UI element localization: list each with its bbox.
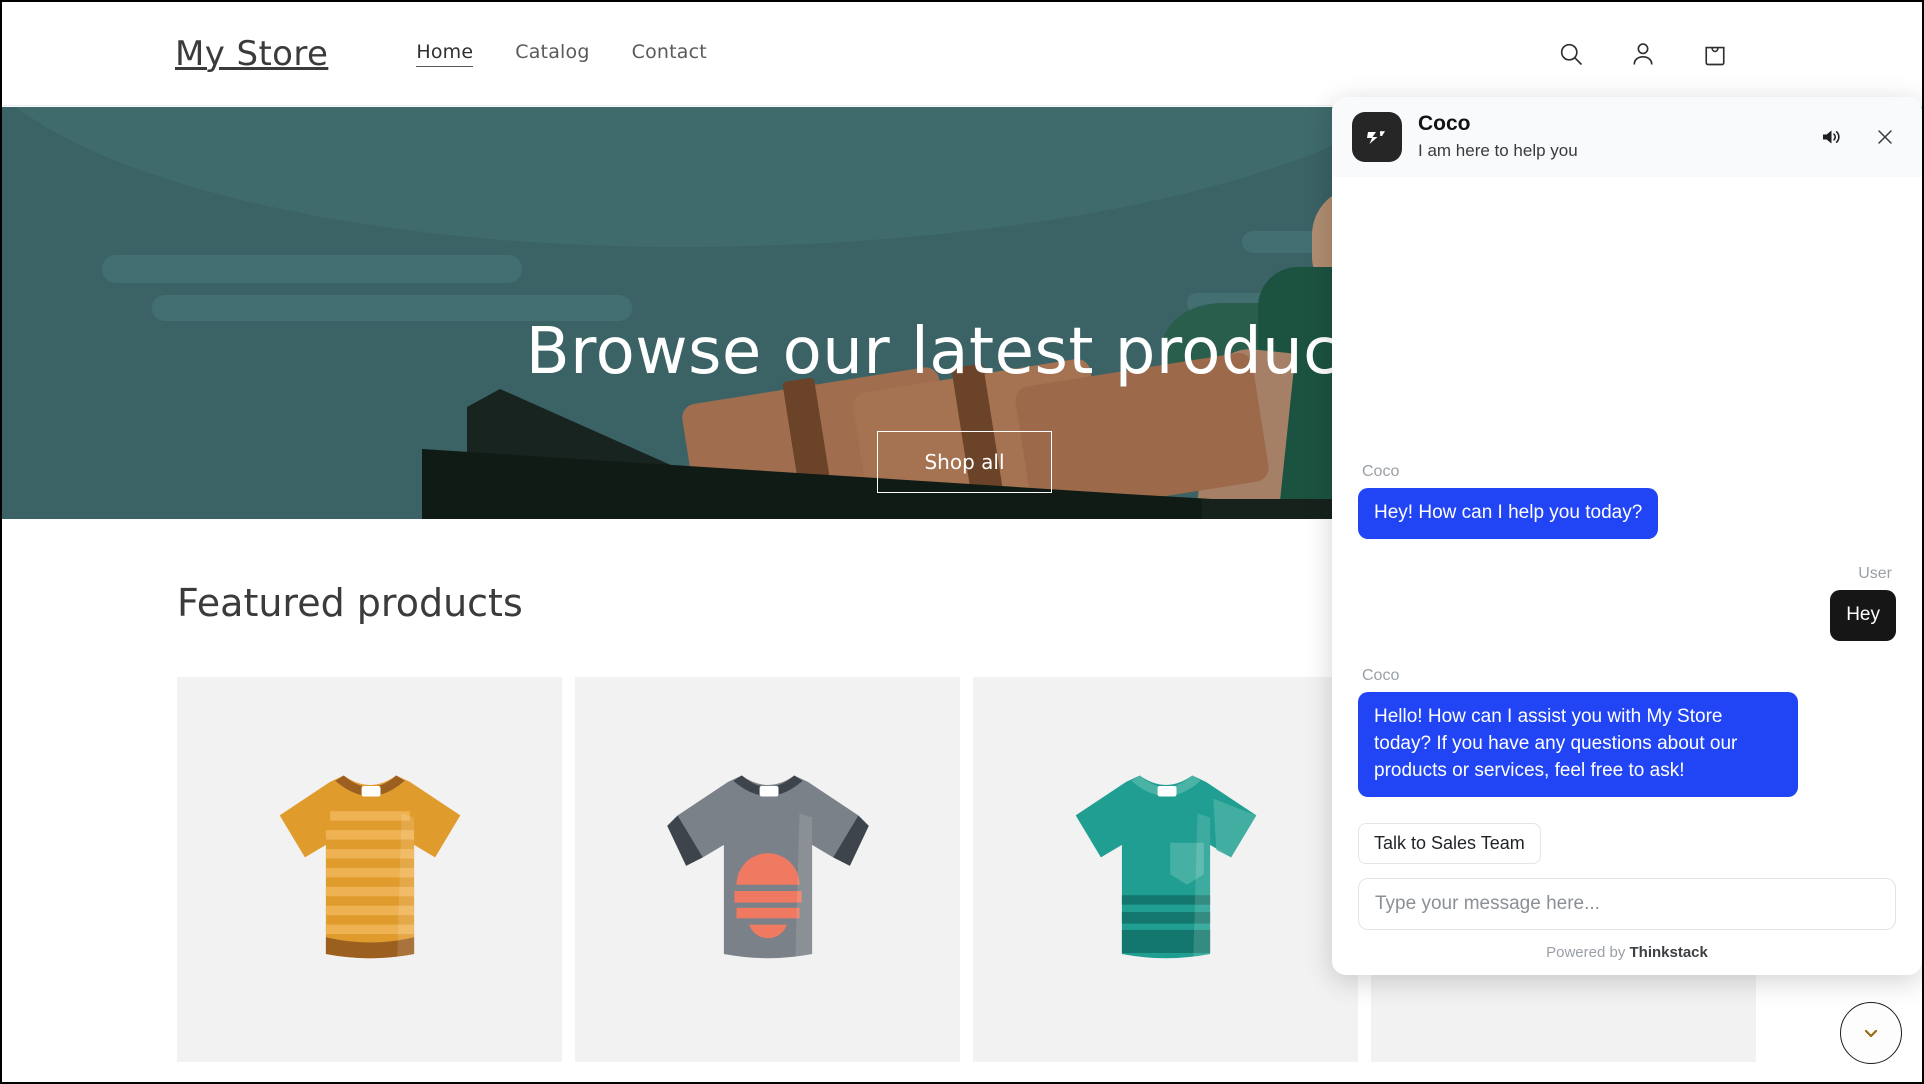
chat-identity: Coco I am here to help you [1418,111,1578,162]
chat-widget-header: Coco I am here to help you [1332,97,1922,177]
chat-message-bot: Coco Hey! How can I help you today? [1358,463,1896,540]
chat-message-bubble: Hey [1830,590,1896,642]
chat-powered-prefix: Powered by [1546,944,1630,961]
chat-message-bubble: Hello! How can I assist you with My Stor… [1358,692,1798,797]
cart-icon[interactable] [1698,37,1732,71]
chat-widget: Coco I am here to help you Coco Hey! How… [1332,97,1922,975]
nav-item-home[interactable]: Home [416,41,474,67]
quick-reply-talk-to-sales-team[interactable]: Talk to Sales Team [1358,823,1541,864]
chevron-down-icon [1864,1029,1878,1038]
chat-message-input[interactable] [1358,878,1896,930]
header-actions [1554,37,1732,71]
chat-header-actions [1818,124,1898,150]
chat-bot-subtitle: I am here to help you [1418,140,1578,160]
chat-quick-replies: Talk to Sales Team [1358,823,1896,864]
site-brand-logo[interactable]: My Store [175,34,328,74]
striped-tee-yellow-icon [279,775,460,959]
chat-message-sender: Coco [1362,667,1400,685]
nav-item-contact[interactable]: Contact [632,41,707,66]
browser-viewport: My Store Home Catalog Contact Browse our… [0,0,1924,1084]
product-card[interactable] [575,677,960,1062]
graphic-tee-gray-icon [666,775,869,959]
shop-all-button[interactable]: Shop all [877,431,1052,493]
nav-item-catalog[interactable]: Catalog [515,41,589,66]
chat-message-bot: Coco Hello! How can I assist you with My… [1358,667,1896,797]
pocket-tee-teal-icon [1075,775,1256,959]
product-card[interactable] [177,677,562,1062]
chat-bot-name: Coco [1418,112,1471,136]
chat-message-list[interactable]: Coco Hey! How can I help you today? User… [1332,177,1922,823]
main-navigation: Home Catalog Contact [416,41,707,67]
chat-message-spacer [1358,197,1896,463]
hero-streak-decoration [102,255,522,283]
chat-powered-by: Powered by Thinkstack [1358,944,1896,961]
account-icon[interactable] [1626,37,1660,71]
chat-message-sender: User [1858,565,1892,583]
sound-icon[interactable] [1818,124,1844,150]
close-icon[interactable] [1872,124,1898,150]
chat-message-bubble: Hey! How can I help you today? [1358,488,1659,540]
chat-widget-footer: Talk to Sales Team Powered by Thinkstack [1332,823,1922,975]
chat-powered-brand: Thinkstack [1629,944,1708,961]
chat-message-sender: Coco [1362,463,1400,481]
hero-wave-decoration [2,107,1462,247]
scroll-down-button[interactable] [1840,1002,1902,1064]
chat-message-user: User Hey [1358,565,1896,642]
search-icon[interactable] [1554,37,1588,71]
site-header: My Store Home Catalog Contact [2,2,1922,106]
product-card[interactable] [973,677,1358,1062]
chat-bot-avatar-icon [1352,112,1402,162]
